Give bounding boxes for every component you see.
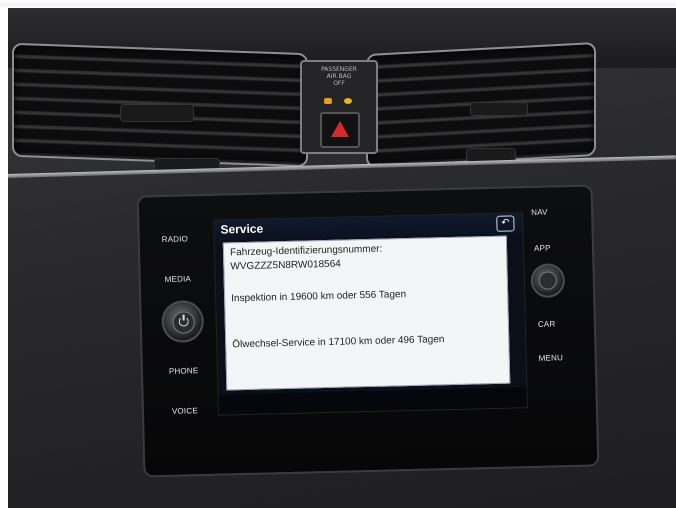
radio-button[interactable]: RADIO: [162, 234, 189, 244]
power-line: [182, 314, 185, 321]
airbag-panel: PASSENGER AIR BAG OFF: [300, 60, 378, 154]
screen-footer: [218, 387, 527, 415]
media-button[interactable]: MEDIA: [165, 274, 192, 284]
infotainment-unit: RADIO MEDIA PHONE VOICE Service ↶ Fahrze…: [136, 184, 600, 478]
screen-title: Service: [220, 221, 264, 237]
tuning-knob[interactable]: [530, 263, 566, 299]
phone-button[interactable]: PHONE: [169, 366, 199, 376]
tuning-knob-center: [538, 271, 558, 290]
back-arrow-icon[interactable]: ↶: [496, 215, 515, 232]
vin-value: WVGZZZ5N8RW018564: [230, 258, 341, 273]
menu-button[interactable]: MENU: [539, 353, 564, 363]
service-info-panel: Fahrzeug-Identifizierungsnummer: WVGZZZ5…: [222, 235, 511, 391]
car-button[interactable]: CAR: [538, 319, 556, 328]
airbag-label: PASSENGER AIR BAG OFF: [302, 66, 376, 87]
power-icon: [172, 311, 196, 334]
hazard-button[interactable]: [320, 112, 360, 148]
nav-button[interactable]: NAV: [531, 208, 548, 217]
hazard-triangle-icon: [331, 121, 349, 137]
oil-change-info: Ölwechsel-Service in 17100 km oder 496 T…: [232, 334, 445, 351]
right-vent-tab: [470, 102, 528, 116]
photo-frame: PASSENGER AIR BAG OFF RADIO MEDIA PHONE …: [0, 0, 676, 508]
airbag-line-3: OFF: [333, 80, 345, 87]
airbag-line-2: AIR BAG: [326, 73, 352, 80]
inspection-info: Inspektion in 19600 km oder 556 Tagen: [231, 289, 407, 305]
voice-button[interactable]: VOICE: [172, 406, 198, 416]
left-vent-tab: [120, 104, 194, 122]
app-button[interactable]: APP: [534, 244, 551, 253]
volume-power-knob[interactable]: [161, 300, 205, 344]
airbag-indicator-icon: [324, 98, 332, 104]
seat-indicator-icon: [344, 98, 352, 104]
display-screen: Service ↶ Fahrzeug-Identifizierungsnumme…: [213, 212, 528, 416]
vin-label: Fahrzeug-Identifizierungsnummer:: [229, 243, 383, 259]
airbag-line-1: PASSENGER: [321, 66, 357, 73]
car-dashboard-photo: PASSENGER AIR BAG OFF RADIO MEDIA PHONE …: [8, 8, 676, 508]
